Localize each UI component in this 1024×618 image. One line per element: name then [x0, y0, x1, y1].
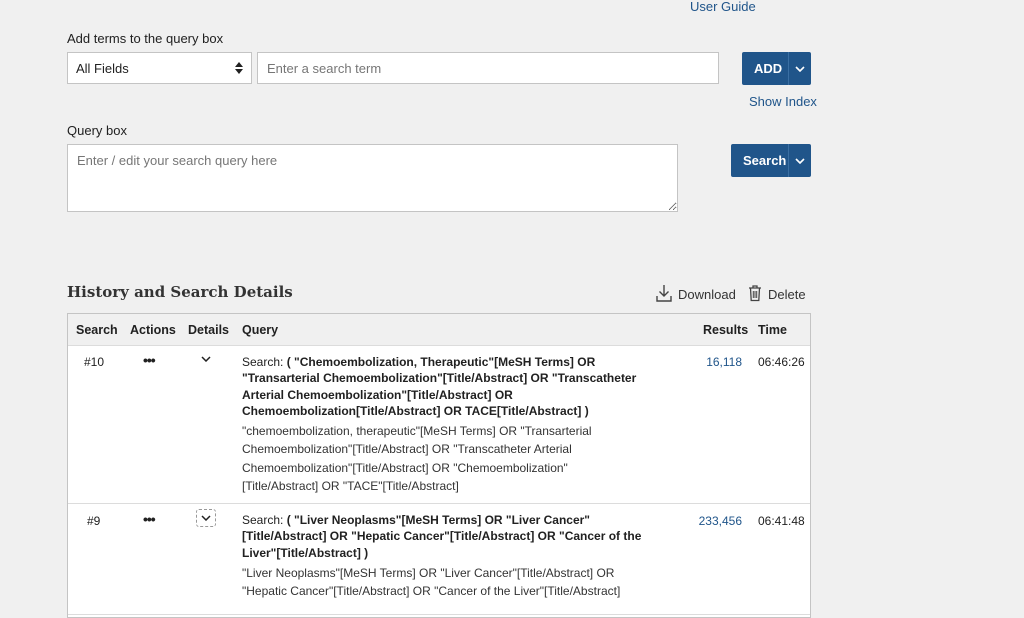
search-number: #9 — [87, 514, 101, 528]
search-number: #10 — [84, 355, 105, 369]
add-button[interactable]: ADD — [742, 52, 811, 85]
field-select[interactable]: All Fields — [67, 52, 252, 84]
actions-menu-icon[interactable]: ••• — [143, 511, 156, 527]
table-header: Search Actions Details Query Results Tim… — [68, 314, 810, 346]
chevron-down-icon[interactable] — [789, 157, 811, 164]
column-header: Search — [76, 323, 118, 337]
delete-label: Delete — [768, 287, 806, 302]
search-button-label: Search — [743, 153, 787, 168]
column-header: Results — [703, 323, 749, 337]
search-term-input[interactable] — [257, 52, 719, 84]
query-prefix: Search: — [242, 513, 287, 527]
download-button[interactable]: Download — [656, 284, 736, 305]
results-count-link[interactable]: 16,118 — [706, 355, 742, 369]
query-prefix: Search: — [242, 355, 287, 369]
user-guide-link[interactable]: User Guide — [690, 0, 756, 14]
details-chevron-icon[interactable] — [196, 509, 216, 527]
search-button[interactable]: Search — [731, 144, 811, 177]
table-row: #9 ••• Search: ( "Liver Neoplasms"[MeSH … — [68, 504, 810, 615]
add-button-label: ADD — [754, 61, 783, 76]
download-label: Download — [678, 287, 736, 302]
search-time: 06:41:48 — [758, 514, 805, 528]
search-time: 06:46:26 — [758, 355, 805, 369]
show-index-link[interactable]: Show Index — [749, 94, 817, 109]
query-string: ( "Liver Neoplasms"[MeSH Terms] OR "Live… — [242, 513, 642, 560]
chevron-down-icon[interactable] — [789, 65, 811, 72]
query-box-textarea[interactable] — [67, 144, 678, 212]
history-title: History and Search Details — [67, 283, 293, 301]
details-chevron-icon[interactable] — [196, 350, 216, 368]
query-box-label: Query box — [67, 123, 127, 138]
delete-button[interactable]: Delete — [748, 284, 806, 305]
query-translation: "chemoembolization, therapeutic"[MeSH Te… — [242, 424, 592, 493]
query-text: Search: ( "Chemoembolization, Therapeuti… — [242, 354, 672, 419]
column-header: Actions — [130, 323, 176, 337]
query-text: Search: ( "Liver Neoplasms"[MeSH Terms] … — [242, 512, 672, 561]
history-table: Search Actions Details Query Results Tim… — [67, 313, 811, 618]
results-count-link[interactable]: 233,456 — [699, 514, 742, 528]
updown-arrows-icon — [235, 62, 243, 74]
column-header: Query — [242, 323, 279, 337]
column-header: Time — [758, 323, 787, 337]
field-select-value: All Fields — [76, 60, 129, 76]
trash-icon — [748, 284, 762, 305]
column-header: Details — [188, 323, 229, 337]
download-icon — [656, 284, 672, 305]
query-translation: "Liver Neoplasms"[MeSH Terms] OR "Liver … — [242, 566, 621, 599]
table-row: #10 ••• Search: ( "Chemoembolization, Th… — [68, 346, 810, 504]
add-terms-label: Add terms to the query box — [67, 31, 224, 46]
query-string: ( "Chemoembolization, Therapeutic"[MeSH … — [242, 355, 637, 418]
actions-menu-icon[interactable]: ••• — [143, 352, 156, 368]
